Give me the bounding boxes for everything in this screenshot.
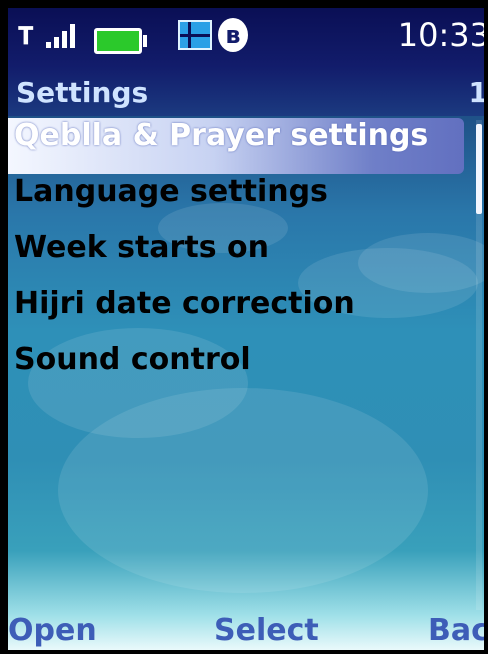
page-title: Settings (16, 76, 149, 109)
network-icon (178, 20, 212, 50)
phone-frame: 𝐓 ʙ 10:33 Settings 1 Qeblla & Prayer set… (0, 0, 488, 654)
menu-item-qeblla-prayer-settings[interactable]: Qeblla & Prayer settings (8, 118, 464, 174)
menu-item-label: Hijri date correction (14, 286, 355, 321)
menu-item-label: Week starts on (14, 230, 269, 265)
select-softkey[interactable]: Select (214, 613, 319, 648)
menu-item-language-settings[interactable]: Language settings (8, 174, 474, 230)
settings-menu: Qeblla & Prayer settings Language settin… (8, 118, 474, 398)
signal-strength-icon: 𝐓 (18, 22, 34, 50)
menu-item-label: Language settings (14, 174, 328, 209)
phone-screen: 𝐓 ʙ 10:33 Settings 1 Qeblla & Prayer set… (8, 8, 484, 650)
menu-item-label: Qeblla & Prayer settings (14, 118, 429, 153)
scrollbar-thumb[interactable] (476, 124, 482, 214)
clock: 10:33 (397, 16, 484, 54)
page-indicator: 1 (469, 76, 484, 109)
signal-bars-icon (46, 22, 76, 48)
back-softkey[interactable]: Back (428, 613, 484, 648)
background-bubble (58, 388, 428, 593)
softkey-bar: Open Select Back (8, 604, 484, 650)
title-bar: Settings 1 (8, 66, 484, 116)
status-bar: 𝐓 ʙ 10:33 (8, 8, 484, 66)
battery-icon (94, 28, 147, 54)
scrollbar[interactable] (476, 120, 482, 610)
menu-item-hijri-date-correction[interactable]: Hijri date correction (8, 286, 474, 342)
menu-item-label: Sound control (14, 342, 251, 377)
menu-item-week-starts-on[interactable]: Week starts on (8, 230, 474, 286)
bluetooth-icon: ʙ (218, 18, 248, 52)
menu-item-sound-control[interactable]: Sound control (8, 342, 474, 398)
open-softkey[interactable]: Open (8, 613, 97, 648)
